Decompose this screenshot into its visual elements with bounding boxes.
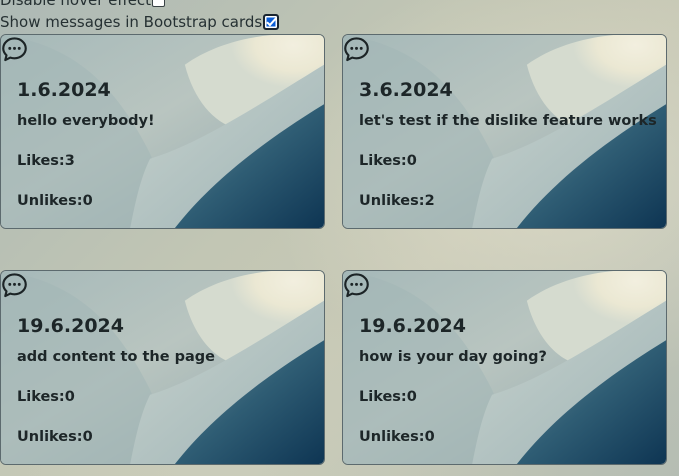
message-text: how is your day going? — [359, 349, 547, 365]
likes-count: Likes:0 — [17, 389, 75, 405]
chat-bubble-icon — [2, 37, 27, 62]
unlikes-value: 0 — [424, 429, 435, 445]
message-text: add content to the page — [17, 349, 215, 365]
chat-bubble-icon — [2, 273, 27, 298]
likes-value: 0 — [64, 389, 75, 405]
unlikes-label: Unlikes: — [17, 429, 83, 445]
likes-count: Likes:0 — [359, 389, 417, 405]
unlikes-label: Unlikes: — [359, 429, 425, 445]
message-card: 19.6.2024 how is your day going? Likes:0… — [342, 270, 667, 465]
likes-value: 3 — [64, 153, 75, 169]
unlikes-value: 0 — [82, 429, 93, 445]
unlikes-count: Unlikes:0 — [17, 193, 93, 209]
unlikes-count: Unlikes:0 — [17, 429, 93, 445]
unlikes-label: Unlikes: — [17, 193, 83, 209]
chat-bubble-icon — [344, 37, 369, 62]
likes-count: Likes:3 — [17, 153, 75, 169]
message-date: 19.6.2024 — [359, 315, 466, 337]
likes-label: Likes: — [17, 389, 65, 405]
likes-label: Likes: — [359, 389, 407, 405]
unlikes-value: 2 — [424, 193, 435, 209]
message-date: 3.6.2024 — [359, 79, 453, 101]
bootstrap-cards-option[interactable]: Show messages in Bootstrap cards — [0, 12, 280, 32]
bootstrap-cards-label: Show messages in Bootstrap cards — [0, 13, 263, 31]
message-date: 19.6.2024 — [17, 315, 124, 337]
unlikes-value: 0 — [82, 193, 93, 209]
likes-label: Likes: — [359, 153, 407, 169]
likes-label: Likes: — [17, 153, 65, 169]
disable-hover-label: Disable hover effect — [0, 0, 152, 9]
likes-value: 0 — [406, 389, 417, 405]
message-text: let's test if the dislike feature works — [359, 113, 657, 129]
message-card: 1.6.2024 hello everybody! Likes:3 Unlike… — [0, 34, 325, 229]
unlikes-count: Unlikes:2 — [359, 193, 435, 209]
disable-hover-checkbox[interactable] — [152, 0, 166, 7]
likes-value: 0 — [406, 153, 417, 169]
message-text: hello everybody! — [17, 113, 155, 129]
likes-count: Likes:0 — [359, 153, 417, 169]
message-card: 3.6.2024 let's test if the dislike featu… — [342, 34, 667, 229]
disable-hover-option[interactable]: Disable hover effect — [0, 0, 166, 10]
unlikes-count: Unlikes:0 — [359, 429, 435, 445]
chat-bubble-icon — [344, 273, 369, 298]
bootstrap-cards-checkbox[interactable] — [263, 14, 280, 30]
message-card: 19.6.2024 add content to the page Likes:… — [0, 270, 325, 465]
message-date: 1.6.2024 — [17, 79, 111, 101]
unlikes-label: Unlikes: — [359, 193, 425, 209]
